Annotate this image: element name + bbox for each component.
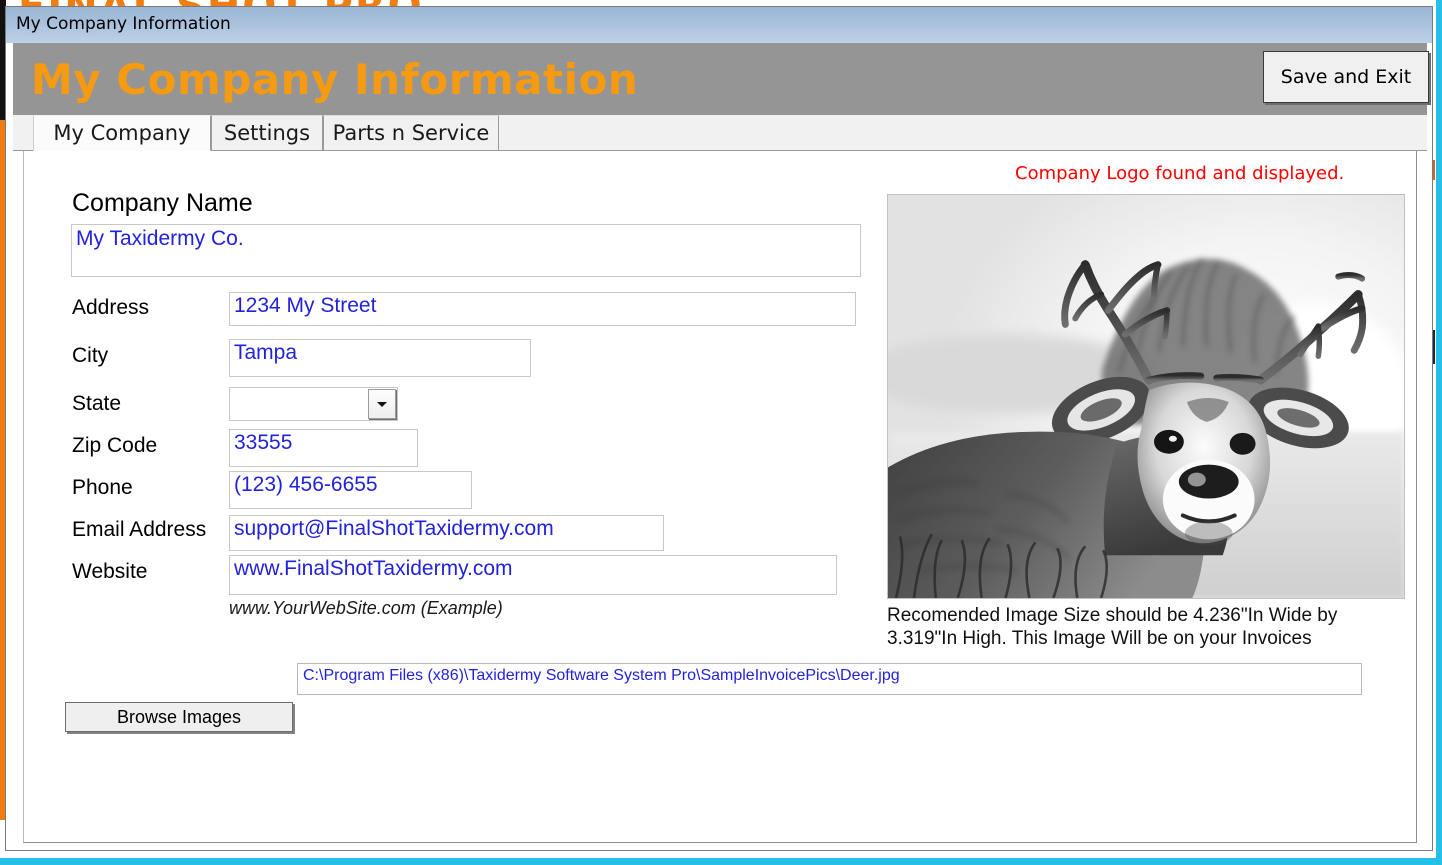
state-label: State xyxy=(72,392,122,415)
email-address-label: Email Address xyxy=(72,518,207,541)
phone-label: Phone xyxy=(72,476,133,499)
tab-settings[interactable]: Settings xyxy=(211,115,323,151)
tab-my-company[interactable]: My Company xyxy=(33,115,211,151)
website-input[interactable]: www.FinalShotTaxidermy.com xyxy=(229,555,837,595)
zip-code-label: Zip Code xyxy=(72,434,158,457)
email-address-input[interactable]: support@FinalShotTaxidermy.com xyxy=(229,515,664,551)
my-company-panel: Company Name My Taxidermy Co. Address 12… xyxy=(23,151,1417,843)
window-title: My Company Information xyxy=(16,14,231,34)
city-input[interactable]: Tampa xyxy=(229,339,531,377)
website-label: Website xyxy=(72,560,148,583)
address-label: Address xyxy=(72,296,150,319)
image-size-recommendation: Recomended Image Size should be 4.236"In… xyxy=(887,605,1338,650)
phone-input[interactable]: (123) 456-6655 xyxy=(229,471,472,509)
tab-strip: My Company Settings Parts n Service xyxy=(13,115,1427,151)
website-example-hint: www.YourWebSite.com (Example) xyxy=(229,598,503,618)
city-label: City xyxy=(72,344,109,367)
browse-images-button[interactable]: Browse Images xyxy=(65,702,293,732)
logo-status-text: Company Logo found and displayed. xyxy=(1015,163,1345,184)
screen-root: FINAL SHOT PRO My Company Information My… xyxy=(0,0,1442,865)
background-bottom-cyan-border xyxy=(0,858,1442,865)
state-dropdown[interactable] xyxy=(229,387,398,421)
deer-buck-illustration xyxy=(888,195,1404,598)
application-window: My Company Information My Company Inform… xyxy=(5,6,1433,851)
company-logo-image xyxy=(887,194,1405,599)
address-input[interactable]: 1234 My Street xyxy=(229,292,856,326)
chevron-down-icon[interactable] xyxy=(368,389,396,419)
tab-parts-n-service[interactable]: Parts n Service xyxy=(323,115,499,151)
zip-code-input[interactable]: 33555 xyxy=(229,429,418,467)
save-and-exit-button[interactable]: Save and Exit xyxy=(1263,51,1429,103)
window-titlebar: My Company Information xyxy=(6,7,1432,43)
header-bar: My Company Information Save and Exit xyxy=(13,43,1429,115)
company-name-label: Company Name xyxy=(72,189,253,217)
page-title: My Company Information xyxy=(31,55,639,104)
image-path-input[interactable]: C:\Program Files (x86)\Taxidermy Softwar… xyxy=(297,663,1362,695)
company-name-input[interactable]: My Taxidermy Co. xyxy=(71,224,861,277)
background-right-cyan-border xyxy=(1436,0,1442,865)
